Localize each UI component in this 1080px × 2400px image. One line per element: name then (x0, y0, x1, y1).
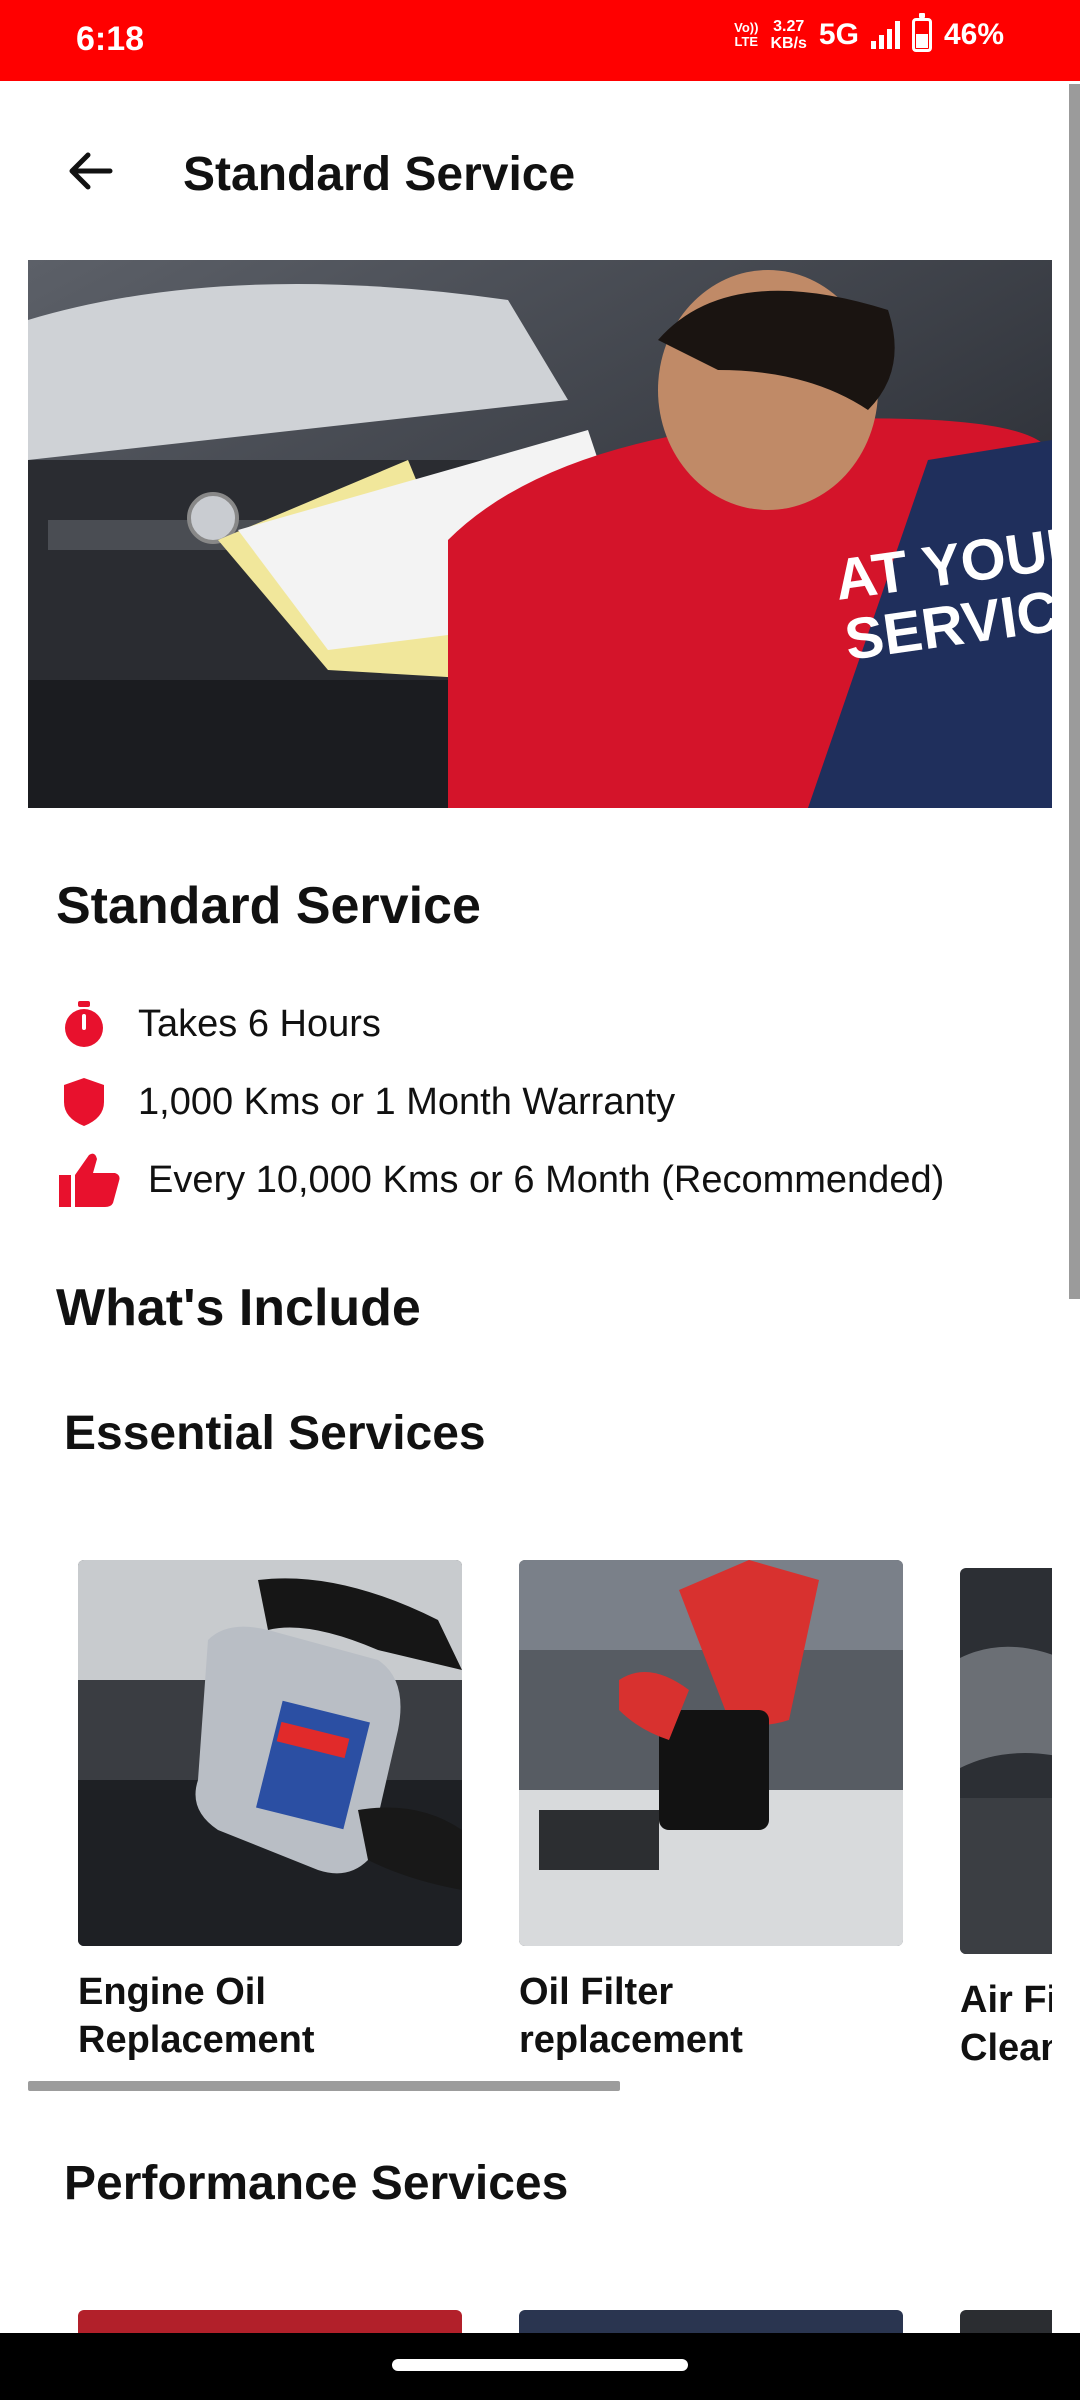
thumbs-up-icon (56, 1152, 122, 1208)
performance-card[interactable] (78, 2310, 462, 2333)
feature-warranty: 1,000 Kms or 1 Month Warranty (56, 1072, 675, 1132)
service-card-oil-filter[interactable]: Oil Filter replacement (519, 1560, 903, 2064)
stopwatch-icon (56, 996, 112, 1052)
essential-services-title: Essential Services (64, 1407, 486, 1460)
network-speed: 3.27 KB/s (770, 18, 807, 52)
performance-card[interactable] (960, 2310, 1052, 2333)
network-type: 5G (818, 18, 859, 51)
home-indicator[interactable] (392, 2359, 688, 2371)
card-label: Air Fil Clean (960, 1979, 1052, 2069)
app-bar: Standard Service (0, 81, 1080, 261)
essential-services-carousel[interactable]: Engine Oil Replacement Oil Filter replac… (28, 1560, 1052, 2080)
service-card-air-filter[interactable]: Air Fil Clean (960, 1568, 1052, 2072)
volte-indicator: Vo)) LTE (734, 20, 759, 49)
performance-card[interactable] (519, 2310, 903, 2333)
service-title: Standard Service (56, 877, 481, 935)
feature-text: Takes 6 Hours (138, 1002, 381, 1045)
feature-recommended: Every 10,000 Kms or 6 Month (Recommended… (56, 1150, 944, 1210)
hero-image: AT YOUR SERVICE (28, 260, 1052, 808)
back-arrow-icon[interactable] (62, 143, 118, 199)
battery-percent: 46% (943, 18, 1004, 51)
feature-text: Every 10,000 Kms or 6 Month (Recommended… (148, 1158, 945, 1201)
battery-icon (911, 13, 932, 52)
page-title: Standard Service (183, 148, 576, 201)
status-time: 6:18 (76, 20, 145, 58)
card-label: Oil Filter replacement (519, 1971, 743, 2061)
performance-services-title: Performance Services (64, 2157, 569, 2210)
performance-card-image (960, 2310, 1052, 2333)
oil-filter-image (519, 1560, 903, 1946)
signal-icon (870, 21, 900, 49)
performance-card-image (519, 2310, 903, 2333)
status-bar: 6:18 Vo)) LTE 3.27 KB/s 5G 46% (0, 0, 1080, 81)
feature-text: 1,000 Kms or 1 Month Warranty (138, 1080, 676, 1123)
feature-duration: Takes 6 Hours (56, 994, 381, 1054)
service-card-engine-oil[interactable]: Engine Oil Replacement (78, 1560, 462, 2064)
air-filter-image (960, 1568, 1052, 1954)
status-icons: Vo)) LTE 3.27 KB/s 5G 46% (734, 13, 1004, 52)
vertical-scrollbar[interactable] (1069, 84, 1080, 1299)
shield-icon (56, 1074, 112, 1130)
performance-card-image (78, 2310, 462, 2333)
performance-services-carousel[interactable] (28, 2310, 1052, 2333)
horizontal-scrollbar[interactable] (28, 2081, 620, 2091)
card-label: Engine Oil Replacement (78, 1971, 315, 2061)
section-title: What's Include (56, 1279, 421, 1337)
engine-oil-image (78, 1560, 462, 1946)
